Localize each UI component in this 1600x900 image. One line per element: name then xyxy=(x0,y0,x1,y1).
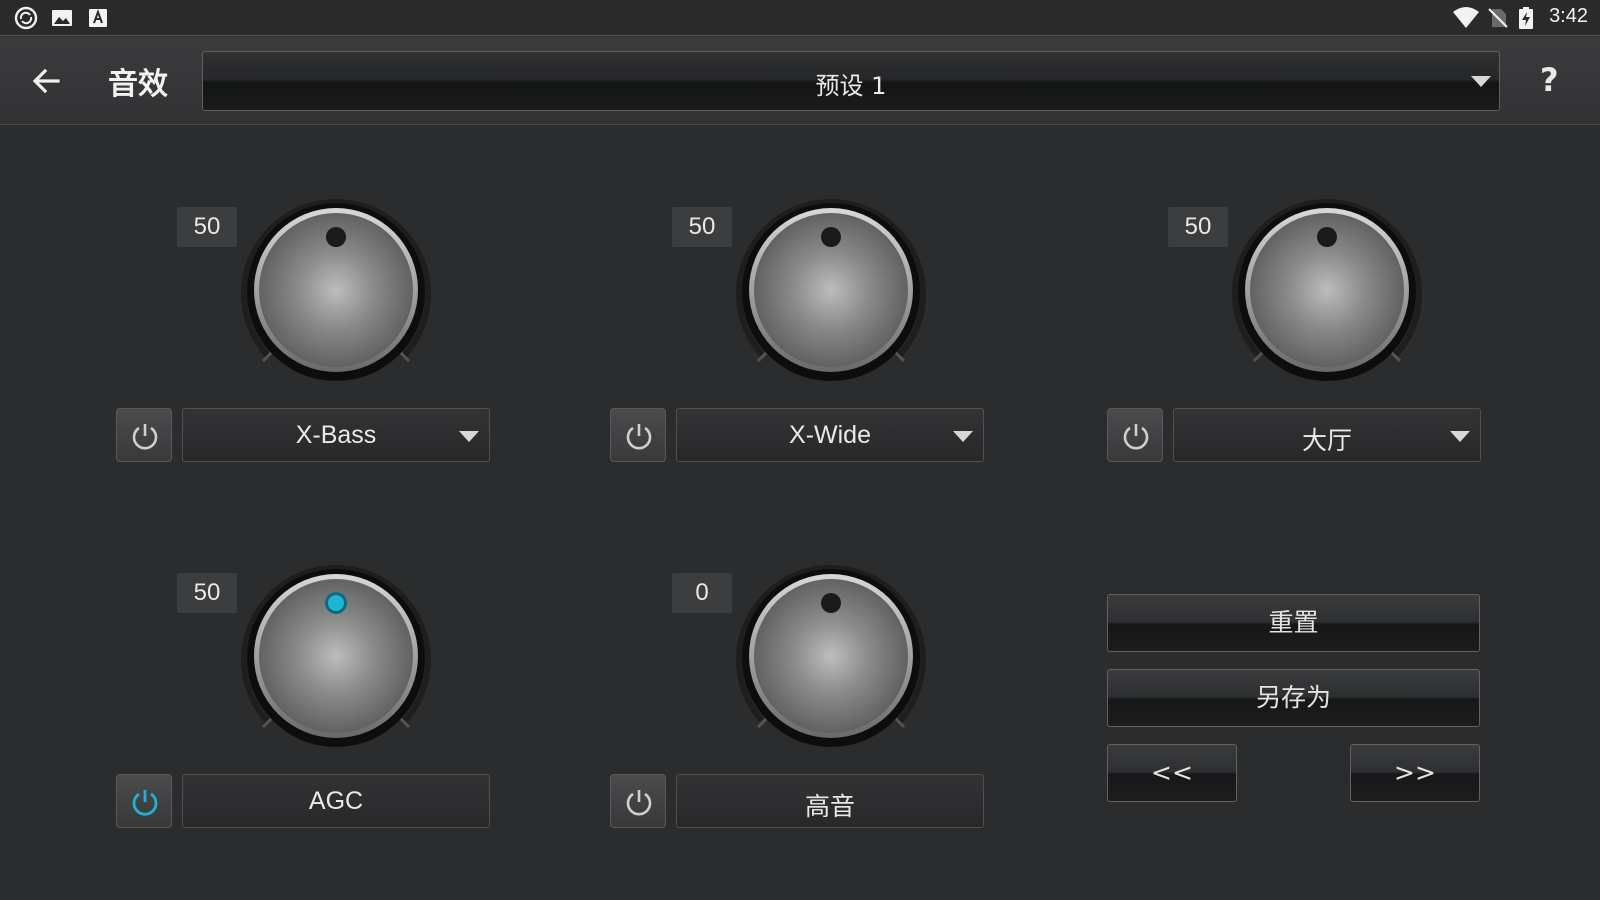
knob-value-badge: 50 xyxy=(177,207,237,247)
knob-dial xyxy=(736,198,926,381)
knob-dial xyxy=(241,564,431,747)
effect-label: X-Wide xyxy=(789,421,871,449)
x-wide-power-button[interactable] xyxy=(610,408,666,462)
status-bar: 3:42 xyxy=(0,0,1600,36)
knob-indicator xyxy=(821,227,841,247)
knob-indicator xyxy=(326,227,346,247)
hall-dropdown[interactable]: 大厅 xyxy=(1173,408,1481,462)
knob-indicator xyxy=(821,593,841,613)
chevron-down-icon xyxy=(1450,431,1470,442)
treble-power-button[interactable] xyxy=(610,774,666,828)
power-icon xyxy=(626,424,652,450)
clock: 3:42 xyxy=(1549,5,1588,27)
effect-label: 高音 xyxy=(804,793,855,821)
battery-charging-icon xyxy=(1519,7,1533,29)
power-icon xyxy=(626,790,652,816)
chevron-down-icon xyxy=(459,431,479,442)
page-title: 音效 xyxy=(108,67,168,102)
next-preset-button[interactable]: >> xyxy=(1350,744,1480,802)
knob-indicator xyxy=(1317,227,1337,247)
x-wide-dropdown[interactable]: X-Wide xyxy=(676,408,984,462)
agc-knob[interactable] xyxy=(241,563,431,753)
app-bar: 音效 预设 1 ? xyxy=(0,37,1600,125)
knob-value-badge: 50 xyxy=(177,573,237,613)
preset-dropdown-value: 预设 1 xyxy=(815,72,887,100)
no-sim-icon xyxy=(1488,8,1508,28)
preset-dropdown[interactable]: 预设 1 xyxy=(202,51,1500,111)
gallery-icon xyxy=(52,10,72,26)
knob-indicator-active xyxy=(325,592,347,614)
back-button[interactable] xyxy=(28,63,64,99)
x-bass-dropdown[interactable]: X-Bass xyxy=(182,408,490,462)
knob-value-badge: 50 xyxy=(1168,207,1228,247)
power-icon xyxy=(132,424,158,450)
effect-label: AGC xyxy=(308,787,364,815)
agc-label-box: AGC xyxy=(182,774,490,828)
power-icon xyxy=(132,790,158,816)
knob-dial xyxy=(736,564,926,747)
x-bass-knob[interactable] xyxy=(241,197,431,387)
chevron-down-icon xyxy=(953,431,973,442)
help-button[interactable]: ? xyxy=(1540,61,1559,99)
power-icon xyxy=(1123,424,1149,450)
wifi-icon xyxy=(1453,7,1479,28)
effect-label: X-Bass xyxy=(295,421,377,449)
sync-app-icon xyxy=(14,6,38,30)
x-bass-power-button[interactable] xyxy=(116,408,172,462)
reset-button[interactable]: 重置 xyxy=(1107,594,1480,652)
knob-value-badge: 0 xyxy=(672,573,732,613)
knob-value-badge: 50 xyxy=(672,207,732,247)
save-as-button[interactable]: 另存为 xyxy=(1107,669,1480,727)
keyboard-a-icon xyxy=(89,9,107,27)
x-wide-knob[interactable] xyxy=(736,197,926,387)
effect-label: 大厅 xyxy=(1301,427,1352,455)
knob-dial xyxy=(1232,198,1422,381)
hall-knob[interactable] xyxy=(1232,197,1422,387)
arrow-left-icon xyxy=(32,68,60,94)
knob-dial xyxy=(241,198,431,381)
treble-label-box: 高音 xyxy=(676,774,984,828)
previous-preset-button[interactable]: << xyxy=(1107,744,1237,802)
treble-knob[interactable] xyxy=(736,563,926,753)
hall-power-button[interactable] xyxy=(1107,408,1163,462)
agc-power-button[interactable] xyxy=(116,774,172,828)
chevron-down-icon xyxy=(1471,76,1491,87)
